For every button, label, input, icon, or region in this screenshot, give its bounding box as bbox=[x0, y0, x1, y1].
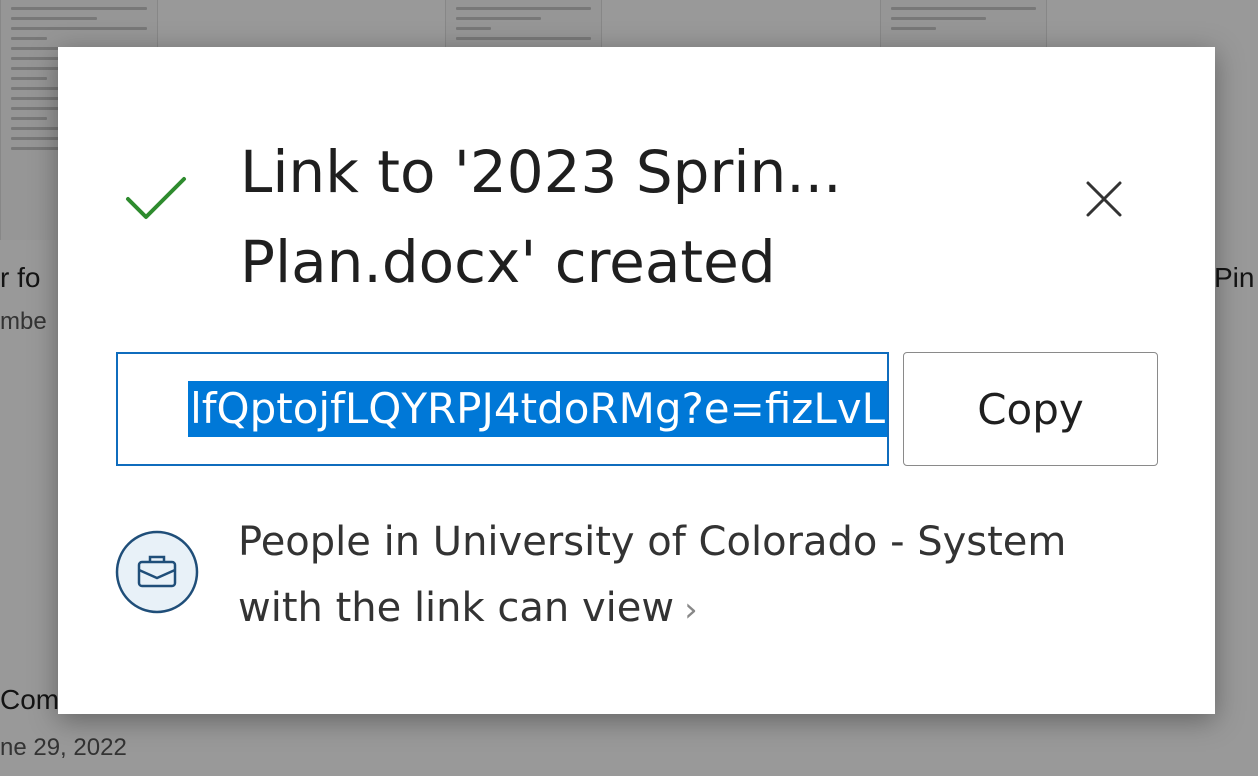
dialog-title: Link to '2023 Sprin... Plan.docx' create… bbox=[240, 138, 842, 296]
briefcase-icon bbox=[115, 530, 199, 614]
share-link-field[interactable]: lfQptojfLQYRPJ4tdoRMg?e=fizLvL bbox=[116, 352, 889, 466]
checkmark-icon bbox=[126, 177, 186, 219]
close-icon bbox=[1086, 181, 1122, 217]
copy-button[interactable]: Copy bbox=[903, 352, 1158, 466]
close-button[interactable] bbox=[1068, 163, 1140, 235]
link-created-dialog: Link to '2023 Sprin... Plan.docx' create… bbox=[58, 47, 1215, 714]
share-link-text[interactable]: lfQptojfLQYRPJ4tdoRMg?e=fizLvL bbox=[188, 354, 887, 464]
chevron-right-icon: › bbox=[684, 590, 698, 630]
share-link-selection[interactable]: lfQptojfLQYRPJ4tdoRMg?e=fizLvL bbox=[188, 381, 887, 437]
permission-settings-link[interactable]: People in University of Colorado - Syste… bbox=[238, 509, 1068, 643]
permission-text: People in University of Colorado - Syste… bbox=[238, 519, 1067, 631]
